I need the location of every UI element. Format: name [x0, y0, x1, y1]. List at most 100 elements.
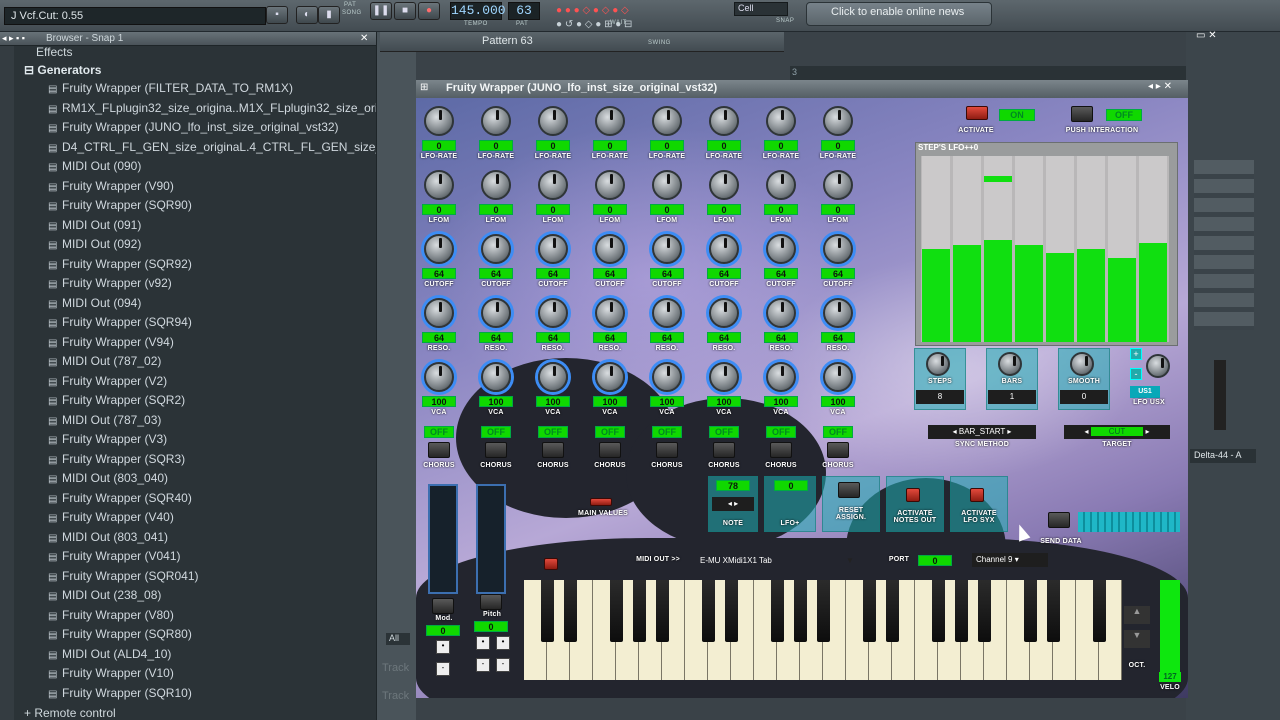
knob-reso-2[interactable]	[481, 298, 511, 328]
snap-select[interactable]: Cell	[734, 2, 788, 16]
black-key[interactable]	[1023, 580, 1037, 642]
mod-button[interactable]	[432, 598, 454, 614]
knob-vca-8[interactable]	[823, 362, 853, 392]
black-key[interactable]	[977, 580, 991, 642]
step-bar[interactable]	[984, 239, 1012, 342]
knob-lforate-7[interactable]	[766, 106, 796, 136]
browser-item[interactable]: ▤ Fruity Wrapper (v92)	[48, 276, 172, 295]
black-key[interactable]	[609, 580, 623, 642]
folder-effects[interactable]: Effects	[36, 45, 72, 59]
knob-vca-3[interactable]	[538, 362, 568, 392]
mixer-inserts[interactable]	[1194, 160, 1254, 330]
knob-reso-7[interactable]	[766, 298, 796, 328]
browser-item[interactable]: ▤ Fruity Wrapper (V2)	[48, 374, 167, 393]
black-key[interactable]	[770, 580, 784, 642]
black-key[interactable]	[724, 580, 738, 642]
browser-item[interactable]: ▤ Fruity Wrapper (SQR92)	[48, 257, 192, 276]
note-arrows[interactable]: ◂ ▸	[712, 497, 754, 511]
chorus-toggle[interactable]: OFF	[709, 426, 739, 438]
pitch-button[interactable]	[480, 594, 502, 610]
browser-item[interactable]: ▤ D4_CTRL_FL_GEN_size_originaL.4_CTRL_FL_…	[48, 140, 425, 159]
black-key[interactable]	[655, 580, 669, 642]
chorus-button[interactable]	[599, 442, 621, 458]
browser-item[interactable]: ▤ Fruity Wrapper (SQR10)	[48, 686, 192, 705]
browser-item[interactable]: ▤ MIDI Out (094)	[48, 296, 141, 315]
pitch-up-icon[interactable]: •	[496, 636, 510, 650]
browser-item[interactable]: ▤ Fruity Wrapper (SQR90)	[48, 198, 192, 217]
chorus-button[interactable]	[485, 442, 507, 458]
step-bar[interactable]	[1108, 258, 1136, 342]
knob-vca-7[interactable]	[766, 362, 796, 392]
black-key[interactable]	[1092, 580, 1106, 642]
browser-item[interactable]: ▤ Fruity Wrapper (SQR40)	[48, 491, 192, 510]
pattern-display[interactable]: 63	[508, 2, 540, 20]
knob-cutoff-5[interactable]	[652, 234, 682, 264]
black-key[interactable]	[793, 580, 807, 642]
port-value[interactable]: 0	[918, 555, 952, 566]
browser-item[interactable]: ▤ MIDI Out (ALD4_10)	[48, 647, 171, 666]
knob-lforate-4[interactable]	[595, 106, 625, 136]
knob-cutoff-3[interactable]	[538, 234, 568, 264]
target-select[interactable]: ◂ CUT ▸	[1064, 425, 1170, 439]
reset-assign-button[interactable]	[838, 482, 860, 498]
all-filter[interactable]: All	[386, 633, 410, 645]
push-interaction-button[interactable]	[1071, 106, 1093, 122]
bars-value[interactable]: 1	[988, 390, 1036, 404]
channel-leds[interactable]	[380, 60, 414, 640]
window-controls[interactable]: ▭ ✕	[1196, 30, 1280, 46]
knob-lforate-1[interactable]	[424, 106, 454, 136]
toolbar-option-buttons[interactable]: ● ● ● ◇ ● ◇ ● ◇ ● ↺ ● ◇ ● ⊞ ● ⊟	[556, 2, 716, 30]
main-values-button[interactable]	[590, 498, 612, 506]
bars-knob[interactable]	[998, 352, 1022, 376]
lfo-usx-knob[interactable]	[1146, 354, 1170, 378]
stop-button[interactable]: ■	[394, 2, 416, 20]
browser-item[interactable]: ▤ Fruity Wrapper (V40)	[48, 510, 174, 529]
steps-value[interactable]: 8	[916, 390, 964, 404]
midi-device-select[interactable]: E-MU XMidi1X1 Tab	[700, 556, 772, 565]
knob-lfom-4[interactable]	[595, 170, 625, 200]
folder-remote-control[interactable]: + Remote control	[24, 706, 116, 720]
mod-down-icon[interactable]: -	[436, 662, 450, 676]
black-key[interactable]	[954, 580, 968, 642]
step-bar[interactable]	[1015, 245, 1043, 342]
chorus-button[interactable]	[656, 442, 678, 458]
knob-lfom-2[interactable]	[481, 170, 511, 200]
chorus-button[interactable]	[428, 442, 450, 458]
knob-reso-3[interactable]	[538, 298, 568, 328]
knob-vca-4[interactable]	[595, 362, 625, 392]
channel-select[interactable]: Channel 9 ▾	[972, 553, 1048, 567]
activate-button[interactable]	[966, 106, 988, 120]
knob-icon[interactable]: ◐	[296, 6, 318, 24]
browser-scrollbar[interactable]	[0, 46, 14, 720]
browser-item[interactable]: ▤ Fruity Wrapper (V10)	[48, 666, 174, 685]
knob-lforate-8[interactable]	[823, 106, 853, 136]
step-bar[interactable]	[953, 245, 981, 342]
browser-item[interactable]: ▤ MIDI Out (238_08)	[48, 588, 161, 607]
knob-vca-5[interactable]	[652, 362, 682, 392]
knob-lfom-7[interactable]	[766, 170, 796, 200]
sync-method-select[interactable]: ◂ BAR_START ▸	[928, 425, 1036, 439]
plus-icon[interactable]: +	[1130, 348, 1142, 360]
knob-lforate-3[interactable]	[538, 106, 568, 136]
octave-up-button[interactable]: ▲	[1124, 606, 1150, 624]
knob-lforate-6[interactable]	[709, 106, 739, 136]
octave-down-button[interactable]: ▼	[1124, 630, 1150, 648]
activate-notes-out-button[interactable]	[906, 488, 920, 502]
chorus-toggle[interactable]: OFF	[424, 426, 454, 438]
browser-item[interactable]: ▤ Fruity Wrapper (SQR94)	[48, 315, 192, 334]
step-bar[interactable]	[1077, 249, 1105, 342]
knob-cutoff-2[interactable]	[481, 234, 511, 264]
knob-lfom-3[interactable]	[538, 170, 568, 200]
browser-item[interactable]: ▤ RM1X_FLplugin32_size_origina..M1X_FLplu…	[48, 101, 407, 120]
chorus-toggle[interactable]: OFF	[652, 426, 682, 438]
velocity-meter[interactable]	[1160, 580, 1180, 680]
browser-item[interactable]: ▤ Fruity Wrapper (V90)	[48, 179, 174, 198]
knob-cutoff-8[interactable]	[823, 234, 853, 264]
black-key[interactable]	[862, 580, 876, 642]
mixer-fader[interactable]	[1214, 360, 1226, 430]
smooth-value[interactable]: 0	[1060, 390, 1108, 404]
browser-item[interactable]: ▤ MIDI Out (091)	[48, 218, 141, 237]
activate-lfo-syx-button[interactable]	[970, 488, 984, 502]
tempo-display[interactable]: 145.000	[450, 2, 506, 20]
send-data-button[interactable]	[1048, 512, 1070, 528]
